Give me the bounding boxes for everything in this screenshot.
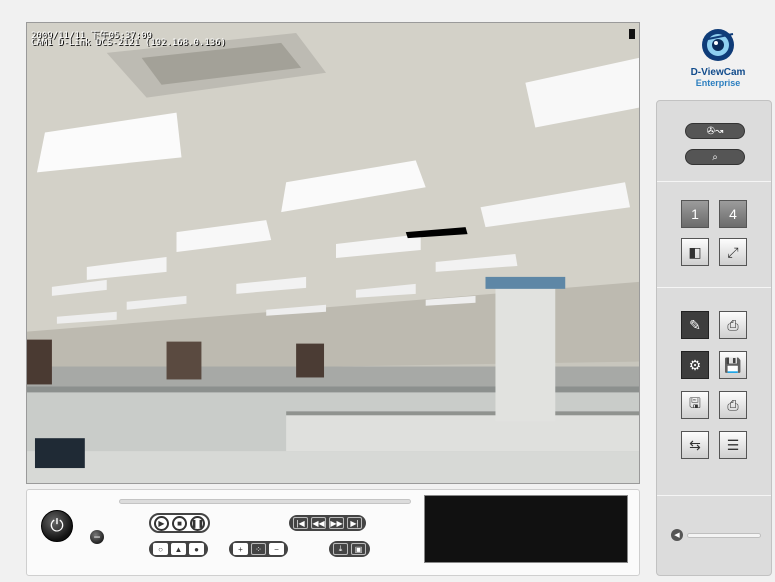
gear-icon: ⚙	[688, 356, 702, 373]
zoom-out-button[interactable]: −	[269, 543, 284, 555]
zoom-in-icon: +	[238, 544, 243, 554]
auto-focus-button[interactable]: ⁘	[251, 543, 266, 555]
layout-quad-button[interactable]: 4	[719, 200, 747, 228]
rewind-icon: ◀◀	[312, 518, 325, 528]
download-icon: ⤓	[338, 544, 343, 553]
speaker-icon[interactable]: ◀	[671, 529, 683, 541]
stop-icon: ■	[177, 518, 182, 528]
camera-feed-image	[27, 23, 639, 483]
printer-icon: ⎙	[727, 396, 739, 413]
preview-monitor	[424, 495, 628, 563]
live-video-view[interactable]: 2009/11/11 下午05:37:09 CAM1 D-Link DCS-21…	[26, 22, 640, 484]
power-icon: ⏻	[50, 516, 64, 535]
save-image-icon: 🖫	[689, 395, 701, 411]
save-image-button[interactable]: 🖫	[681, 391, 709, 419]
fast-forward-button[interactable]: ▶▶	[329, 517, 344, 529]
ptz-up-icon: ▲	[174, 544, 183, 554]
rewind-button[interactable]: ◀◀	[311, 517, 326, 529]
pause-icon: ❚❚	[190, 518, 205, 528]
record-on-button[interactable]: ●	[189, 543, 204, 555]
play-icon: ▶	[158, 518, 165, 528]
zoom-out-icon: −	[274, 544, 279, 554]
settings-button[interactable]: ⚙	[681, 351, 709, 379]
download-button[interactable]: ⤓	[333, 543, 348, 555]
mode-button-group: ○ ▲ ●	[149, 541, 208, 557]
eye-logo-icon	[702, 29, 734, 61]
search-button[interactable]: ⌕	[685, 149, 745, 165]
monitor-export-icon: ⎙	[727, 316, 739, 333]
playback-button-group: ▶ ■ ❚❚	[149, 513, 210, 533]
first-frame-icon: |◀	[296, 518, 305, 528]
save-video-button[interactable]: 💾	[719, 351, 747, 379]
recording-indicator	[629, 29, 635, 39]
record-on-icon: ●	[194, 544, 199, 554]
fast-forward-icon: ▶▶	[330, 518, 343, 528]
auto-focus-icon: ⁘	[255, 544, 262, 554]
frame-navigation-group: |◀ ◀◀ ▶▶ ▶|	[289, 515, 366, 531]
film-reel-icon: ✇↝	[706, 125, 724, 137]
zoom-in-button[interactable]: +	[233, 543, 248, 555]
volume-slider[interactable]	[687, 533, 761, 538]
power-button[interactable]: ⏻	[41, 510, 73, 542]
backup-icon: ⇆	[689, 436, 701, 453]
minus-icon: −	[93, 530, 101, 544]
quad-view-icon: 4	[729, 206, 737, 222]
minimize-button[interactable]: −	[90, 530, 104, 544]
playback-progress-slider[interactable]	[119, 499, 411, 504]
export-button-group: ⤓ ▣	[329, 541, 370, 557]
ptz-up-button[interactable]: ▲	[171, 543, 186, 555]
save-video-icon: 💾	[724, 356, 742, 373]
record-off-icon: ○	[158, 544, 163, 554]
panel-divider	[657, 287, 771, 288]
brand-name-line2: Enterprise	[695, 78, 741, 88]
pencil-icon: ✎	[689, 316, 701, 333]
play-button[interactable]: ▶	[154, 515, 169, 531]
panel-divider	[657, 495, 771, 496]
single-view-icon: 1	[691, 206, 699, 222]
fit-window-button[interactable]: ◧	[681, 238, 709, 266]
stop-button[interactable]: ■	[172, 515, 187, 531]
fullscreen-button[interactable]: ⤢	[719, 238, 747, 266]
app-window: 2009/11/11 下午05:37:09 CAM1 D-Link DCS-21…	[0, 0, 775, 582]
pause-button[interactable]: ❚❚	[190, 515, 205, 531]
last-frame-button[interactable]: ▶|	[347, 517, 362, 529]
app-logo: D-ViewCam Enterprise	[668, 28, 768, 92]
brand-name-line1: D-ViewCam	[690, 67, 746, 78]
backup-button[interactable]: ⇆	[681, 431, 709, 459]
layout-single-button[interactable]: 1	[681, 200, 709, 228]
fit-window-icon: ◧	[688, 243, 702, 260]
first-frame-button[interactable]: |◀	[293, 517, 308, 529]
event-list-button[interactable]: ☰	[719, 431, 747, 459]
panel-divider	[657, 181, 771, 182]
print-button[interactable]: ⎙	[719, 391, 747, 419]
snapshot-save-button[interactable]: ▣	[351, 543, 366, 555]
search-icon: ⌕	[712, 151, 718, 163]
checklist-icon: ☰	[726, 436, 740, 453]
edit-button[interactable]: ✎	[681, 311, 709, 339]
monitor-export-button[interactable]: ⎙	[719, 311, 747, 339]
playback-mode-button[interactable]: ✇↝	[685, 123, 745, 139]
osd-camera-label: CAM1 D-Link DCS-2121 (192.168.0.136)	[31, 38, 227, 48]
playback-control-bar: ⏻ − ▶ ■ ❚❚ |◀ ◀◀ ▶▶ ▶| ○ ▲ ● + ⁘ − ⤓ ▣	[26, 489, 640, 576]
right-tool-panel: ✇↝ ⌕ 1 4 ◧ ⤢ ✎ ⎙ ⚙ 💾 🖫 ⎙ ⇆ ☰ ◀	[656, 100, 772, 576]
zoom-button-group: + ⁘ −	[229, 541, 288, 557]
fullscreen-icon: ⤢	[727, 243, 739, 260]
record-off-button[interactable]: ○	[153, 543, 168, 555]
snapshot-save-icon: ▣	[354, 544, 363, 554]
last-frame-icon: ▶|	[350, 518, 359, 528]
